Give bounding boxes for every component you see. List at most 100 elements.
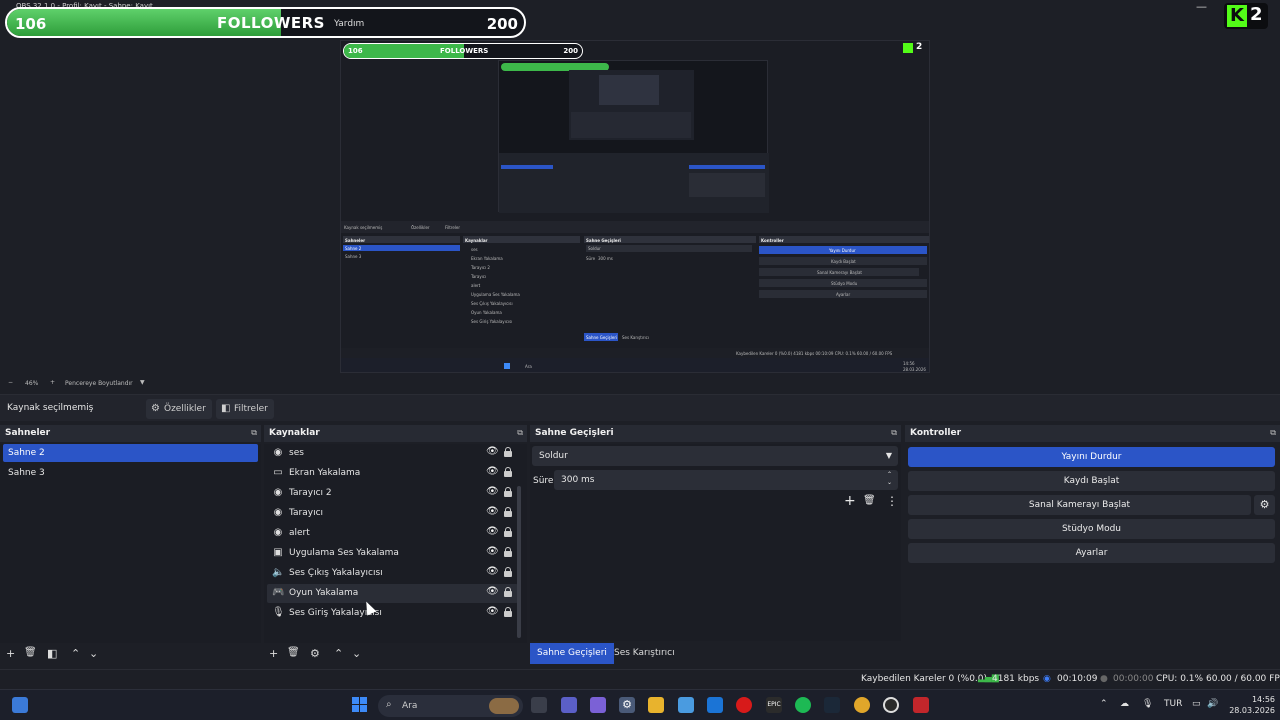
scene-item-sahne-3[interactable]: Sahne 3 bbox=[3, 464, 258, 482]
fps: 60.00 / 60.00 FPS bbox=[1206, 674, 1280, 684]
source-item[interactable]: 🎮 Oyun Yakalama 👁 bbox=[267, 584, 518, 603]
undock-icon[interactable]: ⧉ bbox=[251, 428, 257, 438]
remove-source-button[interactable]: 🗑 bbox=[287, 647, 300, 658]
help-menu[interactable]: Yardım bbox=[334, 19, 364, 29]
undock-icon[interactable]: ⧉ bbox=[891, 428, 897, 438]
lock-icon[interactable] bbox=[504, 527, 512, 537]
file-explorer-icon[interactable] bbox=[648, 697, 664, 713]
transition-select[interactable]: Soldur ▼ bbox=[532, 446, 898, 466]
source-properties-button[interactable]: ⚙ bbox=[310, 647, 320, 660]
visibility-eye-icon[interactable]: 👁 bbox=[486, 566, 499, 577]
filters-button[interactable]: ◧ Filtreler bbox=[216, 399, 274, 419]
zoom-in-button[interactable]: + bbox=[50, 379, 55, 386]
add-source-button[interactable]: + bbox=[269, 647, 278, 660]
visibility-eye-icon[interactable]: 👁 bbox=[486, 486, 499, 497]
add-scene-button[interactable]: + bbox=[6, 647, 15, 660]
teams-work-icon[interactable] bbox=[590, 697, 606, 713]
visibility-eye-icon[interactable]: 👁 bbox=[486, 606, 499, 617]
zoom-level: 46% bbox=[25, 380, 39, 387]
browser-icon: ◉ bbox=[273, 507, 283, 518]
spotify-icon[interactable] bbox=[795, 697, 811, 713]
source-item[interactable]: ▣ Uygulama Ses Yakalama 👁 bbox=[267, 544, 518, 563]
visibility-eye-icon[interactable]: 👁 bbox=[486, 546, 499, 557]
status-bar: Kaybedilen Kareler 0 (%0.0) ▂▄▆ 4181 kbp… bbox=[0, 669, 1280, 688]
gamepad-icon: 🎮 bbox=[272, 587, 285, 598]
task-view-icon[interactable] bbox=[531, 697, 547, 713]
tray-overflow-icon[interactable]: ⌃ bbox=[1100, 699, 1108, 709]
lock-icon[interactable] bbox=[504, 607, 512, 617]
undock-icon[interactable]: ⧉ bbox=[1270, 428, 1276, 438]
language-indicator[interactable]: TUR bbox=[1164, 699, 1182, 709]
lock-icon[interactable] bbox=[504, 487, 512, 497]
properties-button[interactable]: ⚙ Özellikler bbox=[146, 399, 212, 419]
mail-icon[interactable] bbox=[707, 697, 723, 713]
settings-app-icon[interactable]: ⚙ bbox=[619, 697, 635, 713]
chrome-icon[interactable] bbox=[854, 697, 870, 713]
source-up-button[interactable]: ⌃ bbox=[334, 647, 343, 660]
scenes-title: Sahneler bbox=[5, 428, 51, 438]
visibility-eye-icon[interactable]: 👁 bbox=[486, 586, 499, 597]
app-shield-icon[interactable] bbox=[913, 697, 929, 713]
scene-down-button[interactable]: ⌄ bbox=[89, 647, 98, 660]
source-item[interactable]: ▭ Ekran Yakalama 👁 bbox=[267, 464, 518, 483]
store-icon[interactable] bbox=[678, 697, 694, 713]
minimize-button[interactable]: — bbox=[1196, 0, 1207, 13]
record-time: 00:00:00 bbox=[1113, 674, 1154, 684]
epic-games-icon[interactable]: EPIC bbox=[766, 697, 782, 713]
teams-icon[interactable] bbox=[561, 697, 577, 713]
settings-button[interactable]: Ayarlar bbox=[908, 543, 1275, 563]
zoom-out-button[interactable]: − bbox=[8, 379, 13, 386]
source-down-button[interactable]: ⌄ bbox=[352, 647, 361, 660]
preview-area[interactable]: OBS 32.1.0 - Profil: Kayıt - Sahne: Kayı… bbox=[0, 0, 1280, 378]
volume-icon[interactable]: 🔊 bbox=[1207, 699, 1218, 709]
studio-mode-button[interactable]: Stüdyo Modu bbox=[908, 519, 1275, 539]
network-icon[interactable]: ▭ bbox=[1192, 699, 1201, 709]
visibility-eye-icon[interactable]: 👁 bbox=[486, 466, 499, 477]
cloud-icon[interactable]: ☁ bbox=[1120, 699, 1129, 709]
source-item[interactable]: ◉ alert 👁 bbox=[267, 524, 518, 543]
scene-up-button[interactable]: ⌃ bbox=[71, 647, 80, 660]
duration-stepper[interactable]: 300 ms ⌃ ⌄ bbox=[554, 470, 898, 490]
widgets-icon[interactable] bbox=[12, 697, 28, 713]
taskbar-search[interactable]: ⌕ Ara bbox=[378, 695, 523, 717]
visibility-eye-icon[interactable]: 👁 bbox=[486, 506, 499, 517]
start-virtual-camera-button[interactable]: Sanal Kamerayı Başlat bbox=[908, 495, 1251, 515]
source-item[interactable]: ◉ Tarayıcı 👁 bbox=[267, 504, 518, 523]
source-item[interactable]: ◉ Tarayıcı 2 👁 bbox=[267, 484, 518, 503]
opera-icon[interactable] bbox=[736, 697, 752, 713]
visibility-eye-icon[interactable]: 👁 bbox=[486, 446, 499, 457]
start-recording-button[interactable]: Kaydı Başlat bbox=[908, 471, 1275, 491]
nested-scene-1: Sahne 2 bbox=[345, 246, 362, 251]
lock-icon[interactable] bbox=[504, 507, 512, 517]
zoom-dropdown-icon[interactable]: ▼ bbox=[140, 379, 145, 386]
scene-item-sahne-2[interactable]: Sahne 2 bbox=[3, 444, 258, 462]
remove-scene-button[interactable]: 🗑 bbox=[24, 647, 37, 658]
lock-icon[interactable] bbox=[504, 467, 512, 477]
fit-to-window[interactable]: Pencereye Boyutlandır bbox=[65, 380, 133, 387]
tab-audio-mixer[interactable]: Ses Karıştırıcı bbox=[607, 643, 682, 664]
steam-icon[interactable] bbox=[824, 697, 840, 713]
lock-icon[interactable] bbox=[504, 547, 512, 557]
undock-icon[interactable]: ⧉ bbox=[517, 428, 523, 438]
source-item[interactable]: 🎙 Ses Giriş Yakalayıcısı 👁 bbox=[267, 604, 518, 623]
add-transition-button[interactable]: + bbox=[844, 493, 856, 509]
taskbar-clock[interactable]: 14:56 28.03.2026 bbox=[1225, 694, 1275, 716]
lock-icon[interactable] bbox=[504, 587, 512, 597]
stop-streaming-button[interactable]: Yayını Durdur bbox=[908, 447, 1275, 467]
lock-icon[interactable] bbox=[504, 567, 512, 577]
microphone-tray-icon[interactable]: 🎙 bbox=[1142, 699, 1153, 709]
sources-scrollbar[interactable] bbox=[517, 486, 521, 638]
delete-transition-button[interactable]: 🗑 bbox=[863, 495, 876, 506]
scene-filters-button[interactable]: ◧ bbox=[47, 647, 57, 660]
search-label: Ara bbox=[402, 701, 418, 711]
transition-more-button[interactable]: ⋮ bbox=[886, 494, 898, 508]
windows-start-icon[interactable] bbox=[352, 697, 368, 713]
tab-scene-transitions[interactable]: Sahne Geçişleri bbox=[530, 643, 614, 664]
visibility-eye-icon[interactable]: 👁 bbox=[486, 526, 499, 537]
obs-icon[interactable] bbox=[883, 697, 899, 713]
nested-transition-select bbox=[586, 245, 752, 252]
source-item[interactable]: 🔈 Ses Çıkış Yakalayıcısı 👁 bbox=[267, 564, 518, 583]
virtual-camera-settings-button[interactable]: ⚙ bbox=[1254, 495, 1275, 515]
source-item[interactable]: ◉ ses 👁 bbox=[267, 444, 518, 463]
lock-icon[interactable] bbox=[504, 447, 512, 457]
